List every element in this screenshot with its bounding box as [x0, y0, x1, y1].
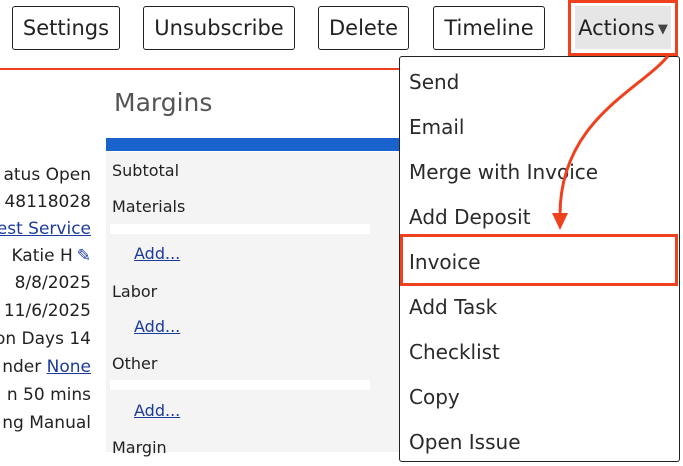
status-value: atus Open [3, 165, 91, 185]
date-1: 8/8/2025 [14, 273, 91, 293]
header-divider [0, 68, 400, 70]
duration-value: n 50 mins [6, 385, 91, 405]
assignee-row: Katie H ✎ [11, 246, 91, 266]
other-label: Other [112, 354, 158, 373]
menu-item-copy[interactable]: Copy [409, 385, 460, 409]
service-link-text[interactable]: est Service [0, 219, 91, 239]
reminder-link[interactable]: None [47, 357, 91, 377]
actions-button[interactable]: Actions ▼ [575, 6, 671, 49]
margin-label: Margin [112, 438, 167, 457]
date-2: 11/6/2025 [3, 301, 91, 321]
reminder-row: nder None [2, 357, 91, 377]
other-add-link[interactable]: Add... [134, 401, 180, 420]
menu-item-checklist[interactable]: Checklist [409, 340, 500, 364]
actions-highlight: Actions ▼ [568, 0, 678, 56]
pencil-icon[interactable]: ✎ [77, 246, 91, 266]
reminder-label: nder [2, 357, 42, 377]
margins-header-bar [106, 138, 400, 151]
invoice-highlight-box [400, 234, 678, 286]
menu-item-send[interactable]: Send [409, 70, 459, 94]
unsubscribe-button[interactable]: Unsubscribe [143, 6, 295, 50]
actions-label: Actions [578, 15, 655, 40]
materials-field [110, 224, 370, 234]
menu-item-add-task[interactable]: Add Task [409, 295, 497, 319]
days-value: on Days 14 [0, 329, 91, 349]
menu-item-merge-with-invoice[interactable]: Merge with Invoice [409, 160, 598, 184]
other-field [110, 380, 370, 390]
menu-item-add-deposit[interactable]: Add Deposit [409, 205, 531, 229]
menu-item-open-issue[interactable]: Open Issue [409, 430, 521, 454]
settings-button[interactable]: Settings [12, 6, 120, 50]
materials-add-link[interactable]: Add... [134, 244, 180, 263]
service-link[interactable]: est Service [0, 219, 91, 239]
timeline-button[interactable]: Timeline [433, 6, 545, 50]
caret-down-icon: ▼ [657, 22, 668, 37]
job-number: 48118028 [4, 192, 91, 212]
labor-add-link[interactable]: Add... [134, 317, 180, 336]
billing-value: ng Manual [2, 413, 91, 433]
menu-item-email[interactable]: Email [409, 115, 465, 139]
subtotal-label: Subtotal [112, 161, 180, 180]
delete-button[interactable]: Delete [318, 6, 409, 50]
materials-label: Materials [112, 197, 186, 216]
assignee-name: Katie H [11, 246, 73, 266]
margins-title: Margins [114, 88, 213, 117]
labor-label: Labor [112, 282, 158, 301]
